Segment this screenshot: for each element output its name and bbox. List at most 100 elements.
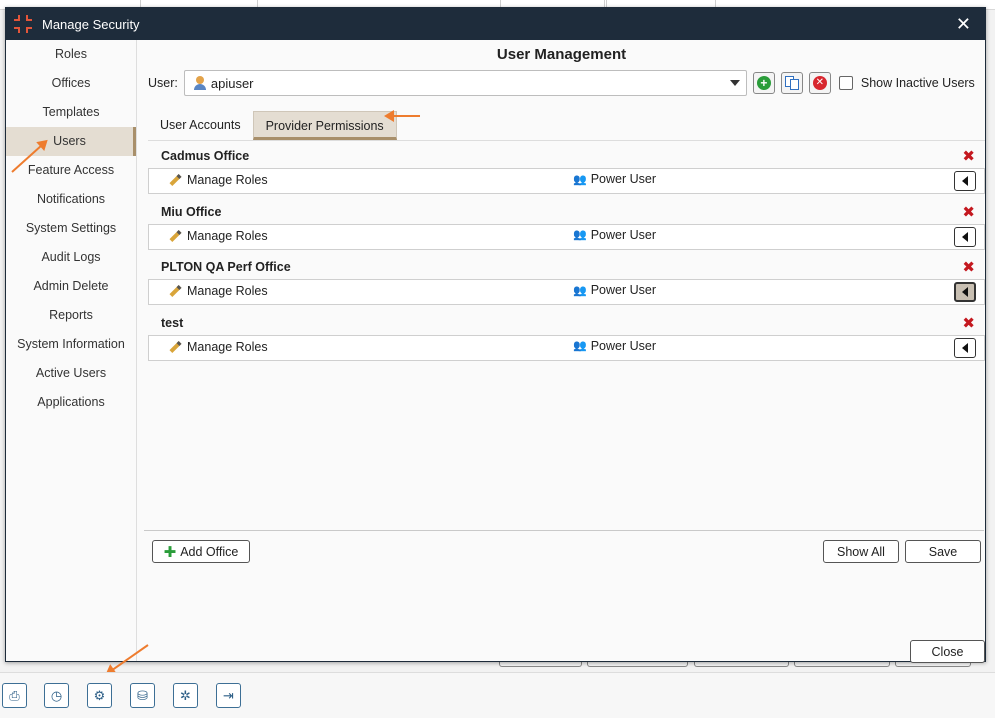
- sidebar-item-templates[interactable]: Templates: [6, 98, 136, 127]
- delete-office-icon[interactable]: ✖: [962, 258, 975, 276]
- delete-office-icon[interactable]: ✖: [962, 147, 975, 165]
- office-permissions-list: Cadmus Office ✖ Manage Roles 👥 Power User…: [148, 143, 985, 365]
- delete-user-button[interactable]: ✕: [808, 72, 831, 94]
- user-group-icon: 👥: [573, 340, 587, 352]
- expand-button[interactable]: [954, 226, 976, 247]
- sidebar-item-audit-logs[interactable]: Audit Logs: [6, 243, 136, 272]
- tab-user-accounts[interactable]: User Accounts: [148, 111, 253, 140]
- sidebar-item-users[interactable]: Users: [6, 127, 136, 156]
- add-office-button[interactable]: ✚ Add Office: [152, 540, 250, 563]
- settings-gear-icon[interactable]: ✲: [173, 683, 198, 708]
- show-all-button[interactable]: Show All: [823, 540, 899, 563]
- clock-icon[interactable]: ◷: [44, 683, 69, 708]
- role-display: 👥 Power User: [573, 283, 656, 297]
- chevron-down-icon: [729, 80, 740, 86]
- manage-roles-link[interactable]: Manage Roles: [169, 229, 268, 243]
- user-icon: [193, 76, 207, 90]
- title-bar: Manage Security ✕: [6, 8, 985, 40]
- expand-button[interactable]: [954, 337, 976, 358]
- app-logo-icon: [14, 15, 32, 33]
- database-add-icon[interactable]: ⛁: [130, 683, 155, 708]
- window-title: Manage Security: [42, 16, 140, 32]
- office-role-row: Manage Roles 👥 Power User: [148, 279, 985, 305]
- user-selector-row: User: apiuser + ✕ Show Inactive Users: [148, 70, 978, 96]
- copy-icon: [784, 76, 799, 90]
- show-inactive-label: Show Inactive Users: [860, 76, 975, 90]
- bottom-toolbar: ⎙ ◷ ⚙ ⛁ ✲ ⇥: [0, 672, 995, 718]
- plus-circle-icon: +: [756, 76, 771, 90]
- role-label: Power User: [590, 283, 656, 297]
- office-name: Miu Office: [161, 204, 222, 219]
- delete-office-icon[interactable]: ✖: [962, 203, 975, 221]
- manage-roles-link[interactable]: Manage Roles: [169, 173, 268, 187]
- sidebar: Roles Offices Templates Users Feature Ac…: [6, 40, 137, 661]
- tab-divider: [148, 140, 985, 141]
- sidebar-item-applications[interactable]: Applications: [6, 388, 136, 417]
- save-button[interactable]: Save: [905, 540, 981, 563]
- plus-icon: ✚: [163, 543, 177, 561]
- add-office-label: Add Office: [180, 544, 239, 559]
- expand-button[interactable]: [954, 282, 976, 302]
- manage-roles-link[interactable]: Manage Roles: [169, 284, 268, 298]
- manage-roles-link[interactable]: Manage Roles: [169, 340, 268, 354]
- office-group: Miu Office ✖ Manage Roles 👥 Power User: [148, 199, 985, 255]
- expand-button[interactable]: [954, 171, 976, 191]
- role-label: Power User: [590, 172, 656, 186]
- add-user-button[interactable]: +: [752, 72, 775, 94]
- pencil-icon: [169, 340, 182, 353]
- pencil-icon: [169, 229, 182, 242]
- printer-icon[interactable]: ⎙: [2, 683, 27, 708]
- manage-security-dialog: Manage Security ✕ Roles Offices Template…: [5, 7, 986, 663]
- office-role-row: Manage Roles 👥 Power User: [148, 334, 985, 361]
- pencil-icon: [169, 173, 182, 187]
- sidebar-item-system-information[interactable]: System Information: [6, 330, 136, 359]
- show-inactive-users-toggle[interactable]: Show Inactive Users: [838, 76, 975, 90]
- office-role-row: Manage Roles 👥 Power User: [148, 168, 985, 194]
- manage-roles-label: Manage Roles: [187, 228, 268, 243]
- user-group-icon: 👥: [573, 284, 587, 297]
- document-settings-icon[interactable]: ⚙: [87, 683, 112, 708]
- sidebar-item-system-settings[interactable]: System Settings: [6, 214, 136, 243]
- office-group: PLTON QA Perf Office ✖ Manage Roles 👥 Pow…: [148, 254, 985, 310]
- sidebar-item-active-users[interactable]: Active Users: [6, 359, 136, 388]
- manage-roles-label: Manage Roles: [187, 284, 268, 298]
- manage-roles-label: Manage Roles: [187, 173, 268, 187]
- sidebar-item-roles[interactable]: Roles: [6, 40, 136, 69]
- sidebar-item-notifications[interactable]: Notifications: [6, 185, 136, 214]
- sidebar-item-offices[interactable]: Offices: [6, 69, 136, 98]
- role-display: 👥 Power User: [573, 339, 656, 353]
- close-icon[interactable]: ✕: [956, 14, 971, 35]
- user-dropdown[interactable]: apiuser: [183, 70, 747, 96]
- x-circle-icon: ✕: [812, 76, 827, 90]
- manage-roles-label: Manage Roles: [187, 339, 268, 354]
- triangle-left-icon: [962, 342, 968, 353]
- user-group-icon: 👥: [573, 229, 587, 241]
- footer-divider: [144, 530, 984, 531]
- triangle-left-icon: [962, 231, 968, 242]
- page-title: User Management: [496, 46, 627, 63]
- user-group-icon: 👥: [573, 173, 587, 186]
- office-group: test ✖ Manage Roles 👥 Power User: [148, 310, 985, 366]
- logout-icon[interactable]: ⇥: [216, 683, 241, 708]
- role-label: Power User: [590, 338, 656, 353]
- office-name: PLTON QA Perf Office: [161, 260, 291, 274]
- user-dropdown-value: apiuser: [210, 75, 254, 91]
- tab-provider-permissions[interactable]: Provider Permissions: [252, 111, 397, 140]
- triangle-left-icon: [962, 287, 968, 297]
- copy-user-button[interactable]: [780, 72, 803, 94]
- role-label: Power User: [590, 227, 656, 242]
- sidebar-item-admin-delete[interactable]: Admin Delete: [6, 272, 136, 301]
- sidebar-item-reports[interactable]: Reports: [6, 301, 136, 330]
- delete-office-icon[interactable]: ✖: [962, 314, 975, 332]
- show-inactive-checkbox[interactable]: [838, 76, 853, 90]
- office-group: Cadmus Office ✖ Manage Roles 👥 Power User: [148, 143, 985, 199]
- role-display: 👥 Power User: [573, 228, 656, 242]
- tab-bar: User Accounts Provider Permissions: [148, 111, 397, 141]
- role-display: 👥 Power User: [573, 172, 656, 186]
- annotation-arrow: [386, 115, 420, 117]
- pencil-icon: [169, 284, 182, 298]
- office-name: Cadmus Office: [161, 149, 250, 163]
- office-name: test: [161, 315, 184, 330]
- office-role-row: Manage Roles 👥 Power User: [148, 223, 985, 250]
- close-button[interactable]: Close: [910, 640, 985, 663]
